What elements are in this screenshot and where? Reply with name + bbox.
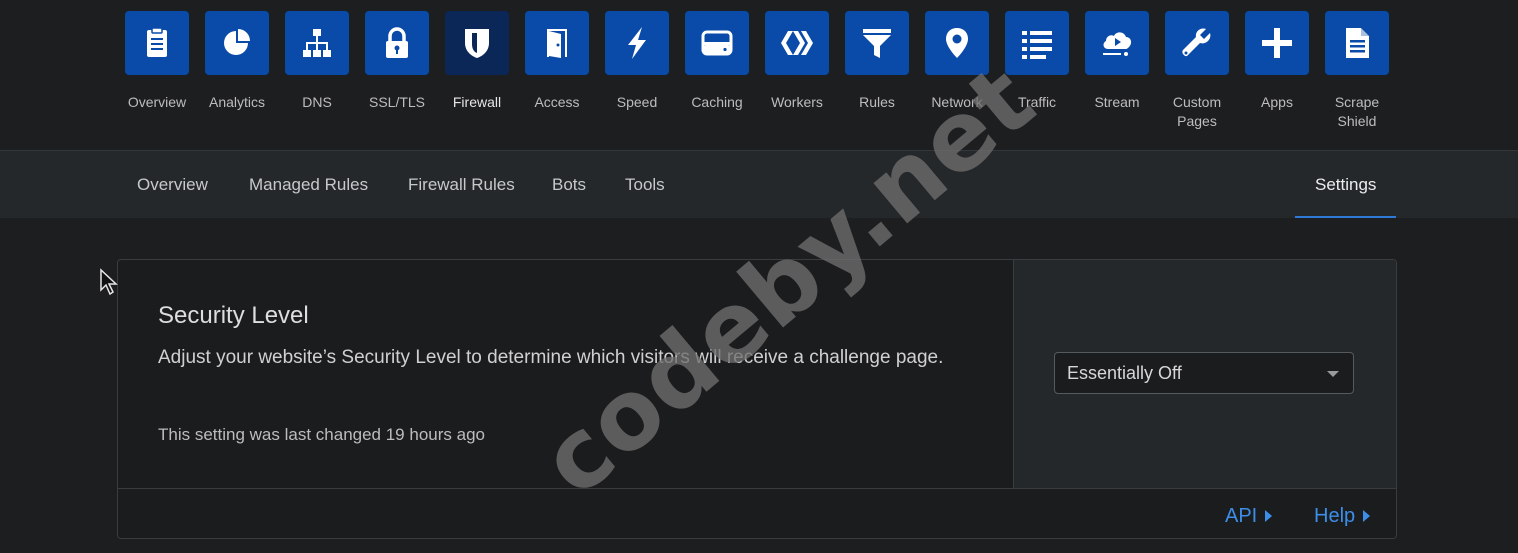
app-apps[interactable]: Apps (1237, 11, 1317, 112)
plus-icon (1262, 28, 1292, 58)
wrench-icon (1182, 28, 1211, 57)
app-label: Apps (1261, 94, 1293, 110)
select-value: Essentially Off (1067, 363, 1182, 383)
caret-right-icon (1265, 509, 1273, 522)
api-link-label: API (1225, 505, 1258, 527)
card-description: Adjust your website’s Security Level to … (158, 347, 944, 368)
app-workers[interactable]: Workers (757, 11, 837, 112)
security-level-card: Security Level Adjust your website’s Sec… (117, 259, 1397, 539)
api-link[interactable]: API (1225, 489, 1273, 538)
card-control-panel: Essentially Off (1013, 260, 1396, 488)
app-tile (605, 11, 669, 75)
app-tile (285, 11, 349, 75)
app-traffic[interactable]: Traffic (997, 11, 1077, 112)
app-tile (1325, 11, 1389, 75)
app-label: Firewall (452, 94, 502, 110)
firewall-subnav: Overview Managed Rules Firewall Rules Bo… (0, 151, 1518, 218)
caret-right-icon (1363, 509, 1371, 522)
tab-bots[interactable]: Bots (552, 151, 586, 218)
app-tile (1165, 11, 1229, 75)
app-tile (1085, 11, 1149, 75)
app-tile (445, 11, 509, 75)
app-overview[interactable]: Overview (117, 11, 197, 112)
card-body: Security Level Adjust your website’s Sec… (118, 260, 1013, 488)
help-link[interactable]: Help (1314, 489, 1371, 538)
app-label: Workers (771, 94, 823, 110)
pie-chart-icon (224, 29, 250, 55)
app-tile (925, 11, 989, 75)
app-stream[interactable]: Stream (1077, 11, 1157, 112)
tab-firewall-rules[interactable]: Firewall Rules (408, 151, 515, 218)
app-scrape-shield[interactable]: Scrape Shield (1317, 11, 1397, 131)
cloud-stream-icon (1103, 32, 1132, 56)
clipboard-icon (147, 27, 167, 57)
tab-settings[interactable]: Settings (1295, 151, 1397, 218)
lightning-icon (628, 27, 646, 59)
lock-icon (386, 27, 408, 58)
door-icon (547, 29, 567, 58)
help-link-label: Help (1314, 505, 1356, 527)
app-tile (205, 11, 269, 75)
app-label: Overview (127, 94, 187, 110)
app-label: SSL/TLS (368, 94, 426, 110)
app-tile (685, 11, 749, 75)
mouse-cursor-icon (100, 268, 118, 296)
app-tile (1005, 11, 1069, 75)
document-icon (1346, 28, 1369, 58)
app-label: Custom Pages (1172, 94, 1222, 129)
tab-overview[interactable]: Overview (137, 151, 208, 218)
app-firewall[interactable]: Firewall (437, 11, 517, 112)
app-label: Speed (616, 94, 658, 110)
app-label: Network (931, 94, 983, 110)
app-label: DNS (302, 94, 332, 110)
app-rules[interactable]: Rules (837, 11, 917, 112)
card-footer: API Help (118, 488, 1396, 538)
card-title: Security Level (158, 302, 309, 329)
app-label: Scrape Shield (1334, 94, 1380, 129)
filter-funnel-icon (863, 29, 891, 58)
app-ssl-tls[interactable]: SSL/TLS (357, 11, 437, 112)
app-tile (525, 11, 589, 75)
app-tile (365, 11, 429, 75)
chevron-down-icon (1327, 371, 1339, 377)
last-changed-text: This setting was last changed 19 hours a… (158, 425, 485, 444)
app-tile (845, 11, 909, 75)
app-tile (1245, 11, 1309, 75)
app-analytics[interactable]: Analytics (197, 11, 277, 112)
app-tile (125, 11, 189, 75)
app-network[interactable]: Network (917, 11, 997, 112)
app-label: Caching (691, 94, 743, 110)
list-icon (1022, 31, 1052, 59)
app-label: Stream (1094, 94, 1140, 110)
shield-icon (465, 29, 489, 58)
location-pin-icon (946, 28, 968, 58)
tab-managed-rules[interactable]: Managed Rules (249, 151, 368, 218)
app-custom-pages[interactable]: Custom Pages (1157, 11, 1237, 131)
app-label: Access (534, 94, 580, 110)
app-dns[interactable]: DNS (277, 11, 357, 112)
security-level-select[interactable]: Essentially Off (1054, 352, 1354, 394)
app-speed[interactable]: Speed (597, 11, 677, 112)
app-tile (765, 11, 829, 75)
app-label: Rules (859, 94, 895, 110)
app-navigation-bar: Overview Analytics DNS SSL/TLS Firewall … (0, 0, 1518, 151)
app-access[interactable]: Access (517, 11, 597, 112)
app-caching[interactable]: Caching (677, 11, 757, 112)
tab-tools[interactable]: Tools (625, 151, 665, 218)
server-drive-icon (701, 30, 733, 56)
app-label: Traffic (1017, 94, 1057, 110)
workers-chevrons-icon (781, 31, 813, 55)
network-tree-icon (303, 29, 331, 57)
app-label: Analytics (208, 94, 266, 110)
